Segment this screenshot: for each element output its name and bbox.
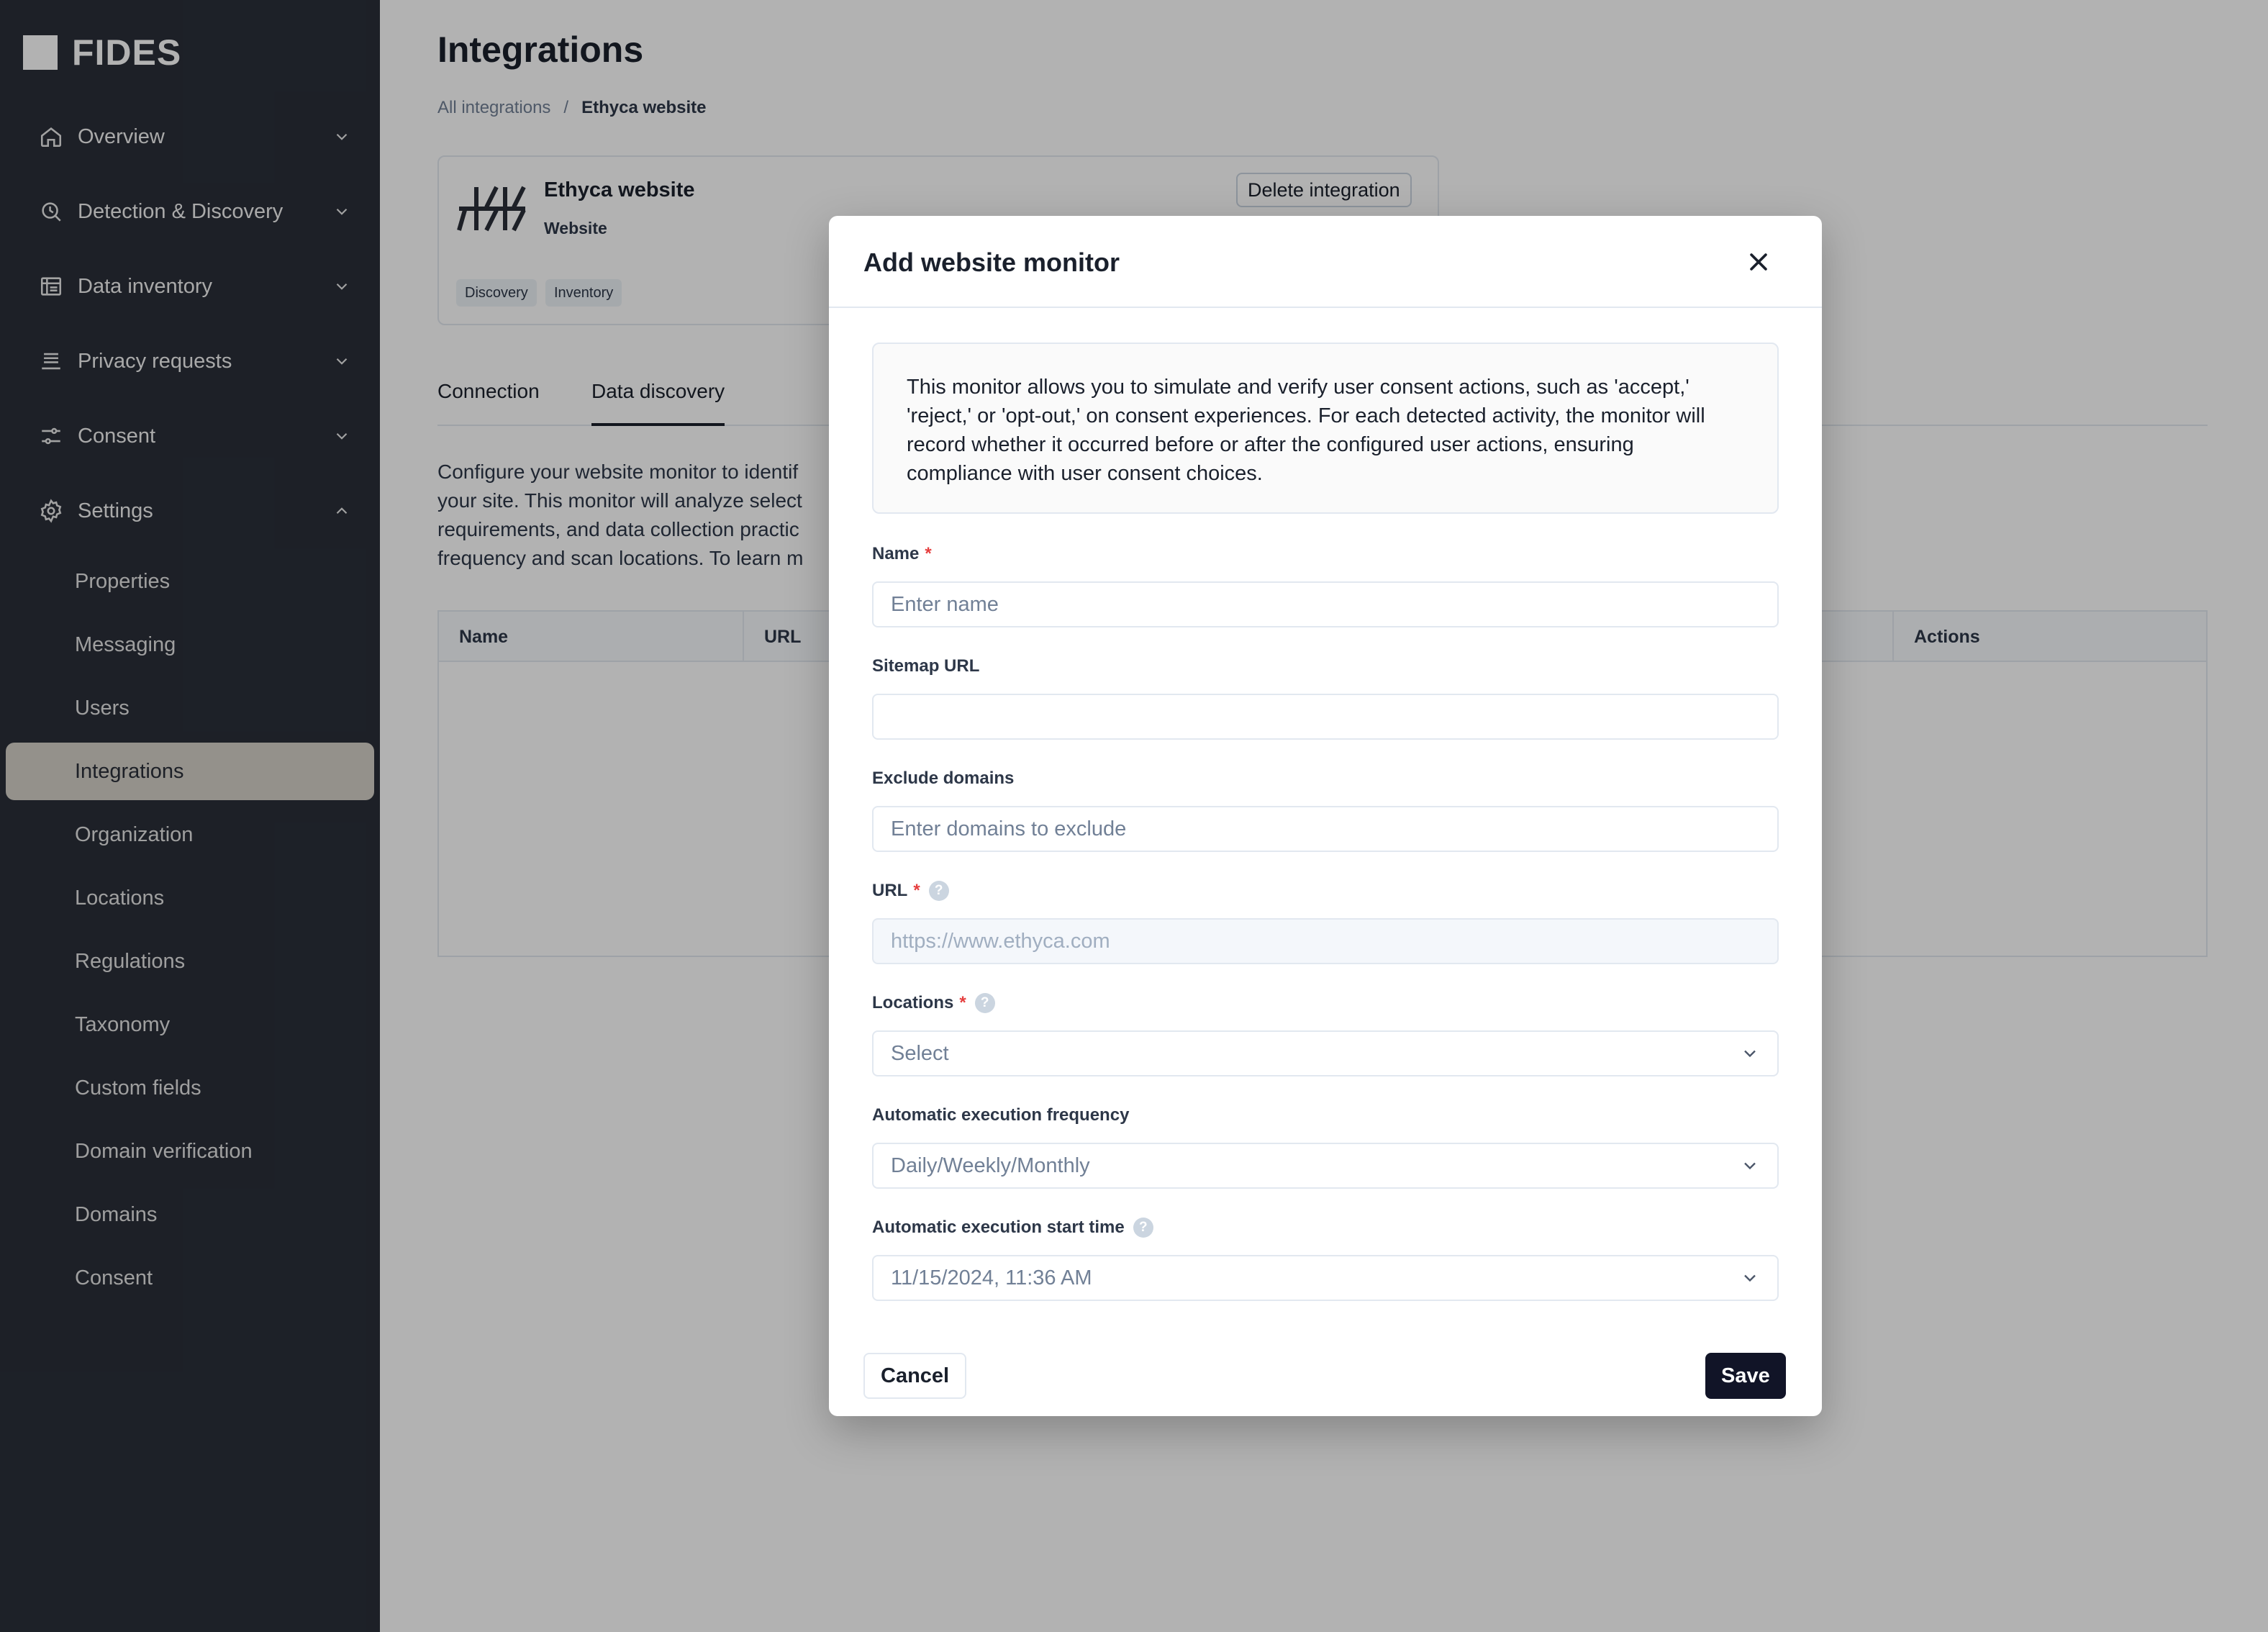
exclude-domains-label: Exclude domains: [872, 769, 1014, 789]
sitemap-url-label-text: Sitemap URL: [872, 656, 980, 676]
modal-header: Add website monitor: [829, 216, 1822, 308]
cancel-button[interactable]: Cancel: [863, 1353, 967, 1399]
frequency-select-value: Daily/Weekly/Monthly: [891, 1153, 1090, 1177]
start-time-label: Automatic execution start time ?: [872, 1218, 1153, 1238]
required-indicator: *: [959, 993, 966, 1012]
locations-label: Locations * ?: [872, 993, 995, 1013]
name-label-text: Name: [872, 544, 920, 563]
chevron-down-icon: [1744, 1050, 1756, 1058]
exclude-domains-label-text: Exclude domains: [872, 769, 1015, 788]
locations-label-text: Locations: [872, 993, 954, 1012]
save-button[interactable]: Save: [1705, 1353, 1786, 1399]
help-icon[interactable]: ?: [974, 993, 995, 1013]
name-input[interactable]: [872, 581, 1779, 627]
start-time-picker[interactable]: 11/15/2024, 11:36 AM: [872, 1255, 1779, 1301]
locations-select-value: Select: [891, 1041, 949, 1065]
close-icon: [1750, 253, 1767, 271]
close-button[interactable]: [1741, 245, 1776, 279]
start-time-label-text: Automatic execution start time: [872, 1218, 1125, 1237]
chevron-down-icon: [1744, 1274, 1756, 1282]
url-label: URL * ?: [872, 881, 949, 901]
required-indicator: *: [925, 544, 932, 563]
url-input: [872, 918, 1779, 964]
start-time-value: 11/15/2024, 11:36 AM: [891, 1266, 1092, 1289]
help-icon[interactable]: ?: [928, 881, 949, 901]
sitemap-url-input[interactable]: [872, 694, 1779, 740]
locations-select[interactable]: Select: [872, 1030, 1779, 1076]
frequency-label-text: Automatic execution frequency: [872, 1105, 1130, 1125]
sitemap-url-label: Sitemap URL: [872, 656, 979, 676]
frequency-label: Automatic execution frequency: [872, 1105, 1129, 1125]
exclude-domains-input[interactable]: [872, 806, 1779, 852]
chevron-down-icon: [1744, 1162, 1756, 1170]
url-label-text: URL: [872, 881, 908, 900]
required-indicator: *: [913, 881, 920, 900]
add-website-monitor-modal: Add website monitor This monitor allows …: [829, 216, 1822, 1416]
name-label: Name *: [872, 544, 932, 564]
modal-title: Add website monitor: [863, 248, 1120, 277]
frequency-select[interactable]: Daily/Weekly/Monthly: [872, 1143, 1779, 1189]
help-icon[interactable]: ?: [1133, 1218, 1153, 1238]
monitor-info-box: This monitor allows you to simulate and …: [872, 343, 1779, 514]
